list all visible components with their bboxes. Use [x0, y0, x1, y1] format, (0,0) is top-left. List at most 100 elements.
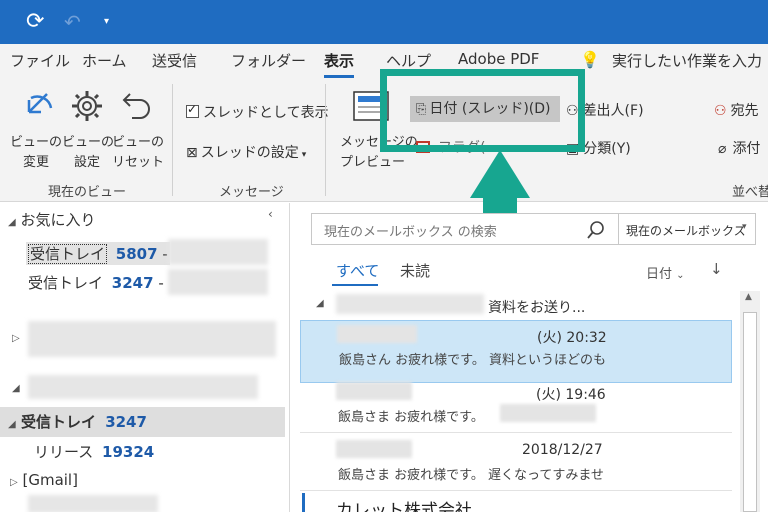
redacted-account	[28, 321, 276, 357]
conversation-settings-icon: ⊠	[186, 145, 198, 161]
message-preview: 飯島さま お疲れ様です。	[338, 410, 484, 425]
favorites-label: お気に入り	[20, 211, 96, 229]
messages-group-label: メッセージ	[219, 185, 284, 200]
collapse-pane-icon[interactable]: ‹	[268, 207, 273, 221]
thread-subject[interactable]: 資料をお送り...	[488, 297, 585, 317]
chevron-down-icon: ▾	[301, 150, 307, 160]
change-view-icon	[27, 93, 53, 114]
release-folder[interactable]: リリース 19324	[34, 441, 154, 462]
chevron-down-icon[interactable]: ▾	[742, 222, 747, 232]
filter-all-tab[interactable]: すべて	[336, 260, 379, 281]
scroll-up-icon[interactable]: ▲	[745, 292, 752, 302]
conversation-settings-label: スレッドの設定	[200, 145, 299, 161]
unread-count: 19324	[102, 443, 155, 461]
to-label: 宛先	[730, 103, 759, 119]
tab-view[interactable]: 表示	[324, 50, 355, 78]
divider	[300, 432, 732, 433]
tab-adobe-pdf[interactable]: Adobe PDF	[458, 50, 539, 68]
redacted-sender	[337, 325, 417, 343]
collapsed-triangle-icon[interactable]: ▷	[12, 333, 20, 344]
search-scope-dropdown[interactable]: 現在のメールボックス	[626, 222, 746, 239]
arrange-by-attachments-button[interactable]: ⌀ 添付	[718, 138, 760, 158]
expand-triangle-icon: ◢	[8, 217, 16, 228]
unread-count: 3247	[111, 274, 154, 292]
tell-me-input[interactable]: 実行したい作業を入力	[612, 50, 762, 71]
folder-label: [Gmail]	[22, 471, 78, 489]
arrangement-group-label: 並べ替	[732, 185, 768, 200]
change-view-label-1: ビューの	[9, 135, 62, 150]
recipient-icon: ⚇	[714, 103, 727, 119]
sort-label: 日付	[646, 267, 673, 282]
favorite-inbox-2[interactable]: 受信トレイ 3247 -	[28, 272, 164, 293]
folder-suffix: -	[158, 274, 164, 292]
filter-all-underline	[332, 284, 378, 286]
message-time: (火) 19:46	[536, 387, 606, 403]
search-input[interactable]: 現在のメールボックス の検索	[324, 221, 497, 240]
view-settings-label-1: ビューの	[62, 135, 115, 150]
folder-suffix: -	[162, 245, 168, 263]
favorite-inbox-1[interactable]: 受信トレイ 5807 -	[26, 242, 170, 265]
from-label: 差出人(F)	[582, 103, 644, 119]
redacted-account	[28, 375, 258, 399]
reset-view-label-1: ビューの	[111, 135, 164, 150]
filter-unread-tab[interactable]: 未読	[400, 260, 430, 281]
checkbox-checked	[186, 102, 199, 118]
redacted-sender	[336, 294, 484, 314]
sync-icon[interactable]: ⟳	[26, 0, 44, 44]
current-view-group-label: 現在のビュー	[48, 185, 127, 200]
message-preview: 飯島さん お疲れ様です。 資料というほどのも	[339, 353, 606, 368]
expand-triangle-icon[interactable]: ◢	[12, 383, 20, 394]
folder-label: リリース	[34, 443, 94, 461]
undo-icon[interactable]: ↶	[64, 0, 81, 44]
message-item[interactable]: (火) 20:32 飯島さん お疲れ様です。 資料というほどのも	[300, 320, 732, 383]
arrange-by-to-button[interactable]: ⚇ 宛先	[714, 100, 759, 120]
tab-send-receive[interactable]: 送受信	[152, 50, 197, 71]
redacted-text	[500, 404, 596, 422]
expand-triangle-icon[interactable]: ◢	[316, 298, 324, 309]
search-divider	[618, 214, 619, 244]
scrollbar-thumb[interactable]	[743, 312, 757, 512]
favorites-header[interactable]: ◢ お気に入り	[8, 209, 96, 230]
tab-file[interactable]: ファイル	[10, 50, 70, 71]
chevron-down-icon: ⌄	[676, 270, 685, 281]
view-settings-button[interactable]: ビューの 設定	[62, 88, 115, 180]
group-divider	[172, 84, 173, 196]
folder-pane: ◢ お気に入り ‹ 受信トレイ 5807 - 受信トレイ 3247 - ▷ ◢ …	[0, 203, 290, 512]
tab-home[interactable]: ホーム	[82, 50, 127, 71]
inbox-main[interactable]: ◢ 受信トレイ 3247	[0, 407, 285, 437]
message-preview-label-2: プレビュー	[340, 155, 406, 170]
message-group-header[interactable]: カレット株式会社	[336, 496, 472, 512]
change-view-button[interactable]: ビューの 変更	[8, 88, 64, 180]
conversation-settings-button[interactable]: ⊠ スレッドの設定 ▾	[186, 142, 306, 162]
tab-help[interactable]: ヘルプ	[386, 50, 431, 71]
folder-label: 受信トレイ	[20, 413, 96, 431]
expand-triangle-icon: ◢	[8, 419, 16, 430]
message-time: 2018/12/27	[522, 442, 603, 458]
divider	[300, 490, 732, 491]
reset-view-button[interactable]: ビューの リセット	[110, 88, 166, 180]
collapsed-triangle-icon: ▷	[10, 477, 18, 488]
folder-label: 受信トレイ	[28, 244, 108, 264]
unread-count: 5807	[115, 245, 158, 263]
redacted-sender	[336, 440, 412, 458]
gmail-folder[interactable]: ▷ [Gmail]	[10, 471, 78, 489]
reset-view-label-2: リセット	[111, 155, 164, 170]
change-view-label-2: 変更	[22, 155, 49, 170]
unread-count: 3247	[105, 413, 147, 431]
group-divider	[325, 84, 326, 196]
gear-icon	[72, 91, 102, 121]
search-icon[interactable]	[586, 220, 606, 240]
redacted-text	[168, 269, 268, 295]
show-as-conversations-checkbox[interactable]: スレッドとして表示	[186, 102, 329, 122]
reset-view-icon	[122, 93, 150, 119]
paperclip-icon: ⌀	[718, 141, 727, 157]
tab-folder[interactable]: フォルダー	[231, 50, 306, 71]
message-time: (火) 20:32	[537, 330, 607, 346]
sort-by-dropdown[interactable]: 日付 ⌄	[646, 263, 685, 282]
search-box[interactable]: 現在のメールボックス の検索 現在のメールボックス ▾	[311, 213, 756, 245]
qat-dropdown[interactable]: ▾	[104, 0, 109, 44]
redacted-text	[28, 495, 158, 512]
sort-direction-icon[interactable]: ↓	[710, 260, 723, 278]
folder-label: 受信トレイ	[28, 274, 104, 292]
message-preview: 飯島さま お疲れ様です。 遅くなってすみませ	[338, 468, 604, 483]
